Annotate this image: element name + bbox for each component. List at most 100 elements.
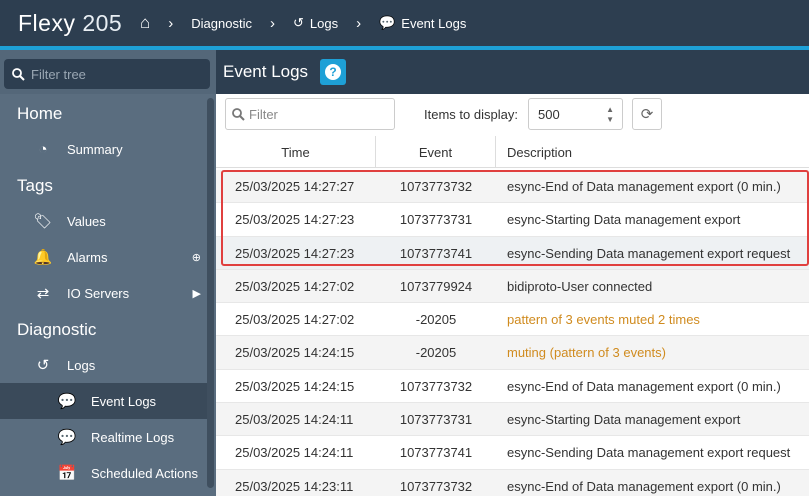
comments-icon: 💬 xyxy=(57,429,77,446)
gauge-icon: ◔ xyxy=(38,140,48,158)
sidebar-item-scheduled-actions[interactable]: 📅 Scheduled Actions xyxy=(0,455,207,491)
sidebar-item-io-servers[interactable]: ⇄ IO Servers ▶ xyxy=(0,275,207,311)
question-icon: ? xyxy=(325,64,342,80)
column-header-event[interactable]: Event xyxy=(376,136,496,168)
filter-input[interactable] xyxy=(249,106,389,122)
table-row[interactable]: 25/03/2025 14:23:11 1073773732 esync-End… xyxy=(216,469,809,496)
breadcrumb-diagnostic[interactable]: Diagnostic xyxy=(191,16,252,31)
table-row[interactable]: 25/03/2025 14:24:15 1073773732 esync-End… xyxy=(216,370,809,404)
cell-event: -20205 xyxy=(415,345,457,361)
cell-time: 25/03/2025 14:27:23 xyxy=(235,212,355,228)
cell-description: muting (pattern of 3 events) xyxy=(507,345,666,361)
history-icon: ↺ xyxy=(36,357,50,374)
table-row[interactable]: 25/03/2025 14:24:11 1073773731 esync-Sta… xyxy=(216,403,809,437)
column-header-time[interactable]: Time xyxy=(216,136,376,168)
sidebar-scrollbar[interactable] xyxy=(207,98,214,488)
sidebar-item-label: Summary xyxy=(67,141,123,157)
cell-time: 25/03/2025 14:27:02 xyxy=(235,278,355,294)
cell-event: 1073773732 xyxy=(399,378,473,394)
breadcrumb-logs[interactable]: ↺ Logs xyxy=(293,15,338,31)
cell-description: pattern of 3 events muted 2 times xyxy=(507,312,700,328)
comment-icon: 💬 xyxy=(379,15,396,30)
cell-event: 1073773741 xyxy=(399,245,473,261)
cell-description: esync-End of Data management export (0 m… xyxy=(507,179,781,194)
breadcrumb: ⌂ › Diagnostic › ↺ Logs › 💬 Event Logs xyxy=(140,13,466,33)
sidebar-item-label: Values xyxy=(67,213,106,229)
sidebar-item-realtime-logs[interactable]: 💬 Realtime Logs xyxy=(0,419,207,455)
cell-time: 25/03/2025 14:27:23 xyxy=(235,245,355,261)
help-button[interactable]: ? xyxy=(320,59,347,85)
cell-event: -20205 xyxy=(415,312,457,328)
calendar-x-icon: 📅 xyxy=(57,465,77,482)
cell-event: 1073773741 xyxy=(399,445,473,461)
top-bar: Flexy 205 ⌂ › Diagnostic › ↺ Logs › 💬 Ev… xyxy=(0,0,809,46)
search-icon xyxy=(232,107,245,121)
cell-time: 25/03/2025 14:23:11 xyxy=(235,478,354,494)
breadcrumb-event-logs[interactable]: 💬 Event Logs xyxy=(379,15,466,31)
cell-description: esync-Starting Data management export xyxy=(507,412,741,428)
content-header: Event Logs ? xyxy=(216,50,809,94)
history-icon: ↺ xyxy=(292,15,304,30)
filter-tree-box xyxy=(4,59,210,89)
items-to-display-value: 500 xyxy=(538,106,560,122)
cell-event: 1073773732 xyxy=(399,179,473,194)
items-to-display-label: Items to display: xyxy=(424,107,518,122)
sidebar-item-logs[interactable]: ↺ Logs xyxy=(0,347,207,383)
column-header-description[interactable]: Description xyxy=(507,136,572,168)
breadcrumb-event-logs-label: Event Logs xyxy=(401,15,467,31)
sidebar-item-label: Scheduled Actions xyxy=(91,465,198,481)
cell-description: esync-Starting Data management export xyxy=(507,212,741,228)
home-icon[interactable]: ⌂ xyxy=(140,13,150,33)
filter-tree-input[interactable] xyxy=(31,66,201,82)
cell-description: bidiproto-User connected xyxy=(507,278,653,294)
filter-box xyxy=(225,98,395,130)
items-to-display-stepper[interactable]: 500 ▲ ▼ xyxy=(528,98,623,130)
breadcrumb-logs-label: Logs xyxy=(309,15,339,31)
sidebar-item-label: IO Servers xyxy=(67,285,130,301)
cell-time: 25/03/2025 14:24:11 xyxy=(235,445,354,461)
caret-right-icon[interactable]: ▶ xyxy=(193,287,201,300)
cell-description: esync-End of Data management export (0 m… xyxy=(507,478,781,494)
sidebar-item-label: Event Logs xyxy=(91,393,157,409)
sidebar-item-alarms[interactable]: 🔔 Alarms ⊕ xyxy=(0,239,207,275)
refresh-button[interactable]: ⟳ xyxy=(632,98,662,130)
cell-time: 25/03/2025 14:27:02 xyxy=(235,312,355,328)
sidebar-item-summary[interactable]: ◔ Summary xyxy=(0,131,207,167)
chevron-right-icon: › xyxy=(168,14,174,32)
sidebar-item-label: Realtime Logs xyxy=(91,429,175,445)
sidebar-item-values[interactable]: 🏷 Values xyxy=(0,203,207,239)
brand-model: 205 xyxy=(82,9,123,36)
table-row[interactable]: 25/03/2025 14:27:02 -20205 pattern of 3 … xyxy=(216,303,809,337)
table-row[interactable]: 25/03/2025 14:27:23 1073773731 esync-Sta… xyxy=(216,203,809,237)
plus-circle-icon[interactable]: ⊕ xyxy=(192,251,201,264)
spinner-arrows-icon[interactable]: ▲ ▼ xyxy=(606,105,614,125)
log-table-body: 25/03/2025 14:27:27 1073773732 esync-End… xyxy=(216,170,809,496)
cell-time: 25/03/2025 14:27:27 xyxy=(235,179,355,194)
sidebar-tree: Home ◔ Summary Tags 🏷 Values 🔔 Alarms ⊕ … xyxy=(0,94,216,496)
table-row[interactable]: 25/03/2025 14:24:15 -20205 muting (patte… xyxy=(216,336,809,370)
section-tags[interactable]: Tags xyxy=(17,176,53,196)
table-row[interactable]: 25/03/2025 14:27:23 1073773741 esync-Sen… xyxy=(216,236,809,270)
brand-logo: Flexy 205 xyxy=(0,10,140,37)
sidebar-item-label: Logs xyxy=(67,357,96,373)
page-title: Event Logs xyxy=(223,62,309,81)
cell-event: 1073773731 xyxy=(399,212,473,228)
cell-description: esync-Sending Data management export req… xyxy=(507,245,791,261)
cell-time: 25/03/2025 14:24:15 xyxy=(235,345,355,361)
chevron-right-icon: › xyxy=(269,14,275,32)
cell-event: 1073779924 xyxy=(399,278,473,294)
cell-event: 1073773732 xyxy=(399,478,473,494)
table-row[interactable]: 25/03/2025 14:27:02 1073779924 bidiproto… xyxy=(216,269,809,304)
cell-description: esync-Sending Data management export req… xyxy=(507,445,791,461)
exchange-icon: ⇄ xyxy=(36,285,50,302)
cell-description: esync-End of Data management export (0 m… xyxy=(507,378,781,394)
sidebar-item-event-logs[interactable]: 💬 Event Logs xyxy=(0,383,207,419)
table-row[interactable]: 25/03/2025 14:24:11 1073773741 esync-Sen… xyxy=(216,436,809,470)
section-home[interactable]: Home xyxy=(17,104,62,124)
tags-icon: 🏷 xyxy=(33,213,53,230)
table-header: Time Event Description xyxy=(216,136,809,168)
section-diagnostic[interactable]: Diagnostic xyxy=(17,320,96,340)
toolbar: Items to display: 500 ▲▼ ⟳ xyxy=(225,98,809,130)
table-row[interactable]: 25/03/2025 14:27:27 1073773732 esync-End… xyxy=(216,170,809,204)
cell-time: 25/03/2025 14:24:11 xyxy=(235,412,354,428)
